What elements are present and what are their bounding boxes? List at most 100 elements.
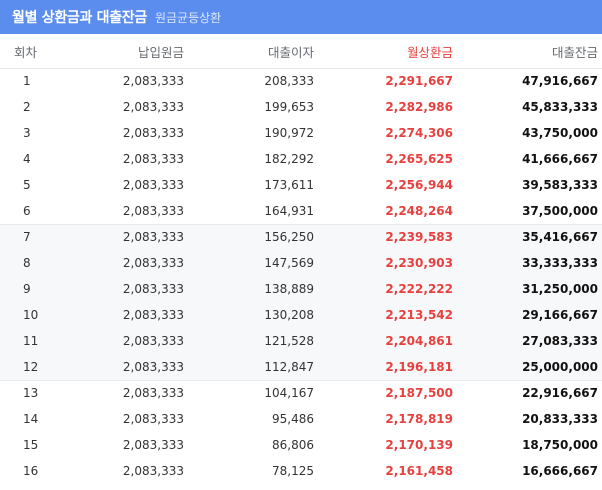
balance-cell: 41,666,667 <box>522 152 598 166</box>
principal-cell: 2,083,333 <box>58 223 188 250</box>
monthly-payment-cell: 2,239,583 <box>318 223 457 250</box>
column-header-monthly-payment: 월상환금 <box>406 44 453 60</box>
balance-cell: 22,916,667 <box>457 379 602 406</box>
principal-cell: 2,083,333 <box>122 74 184 89</box>
table-row: 3 2,083,333 190,972 2,274,306 43,750,000 <box>0 120 602 146</box>
installment-cell: 10 <box>23 308 39 322</box>
principal-cell: 2,083,333 <box>122 256 184 270</box>
monthly-payment-cell: 2,178,819 <box>385 412 453 426</box>
principal-cell: 2,083,333 <box>122 282 184 296</box>
column-header-installment: 회차 <box>14 44 38 60</box>
column-header-row: 회차 납입원금 대출이자 월상환금 대출잔금 <box>0 34 602 68</box>
installment-cell: 9 <box>23 282 31 296</box>
table-row: 12 2,083,333 112,847 2,196,181 25,000,000 <box>0 354 602 380</box>
installment-cell: 14 <box>23 412 39 426</box>
monthly-payment-cell: 2,196,181 <box>385 359 453 374</box>
interest-cell: 86,806 <box>272 438 314 452</box>
interest-cell: 182,292 <box>264 152 314 166</box>
principal-cell: 2,083,333 <box>122 464 184 478</box>
principal-cell: 2,083,333 <box>122 359 184 374</box>
balance-cell: 35,416,667 <box>457 223 602 250</box>
principal-cell: 2,083,333 <box>122 126 184 140</box>
interest-cell: 147,569 <box>264 256 314 270</box>
table-row: 8 2,083,333 147,569 2,230,903 33,333,333 <box>0 250 602 276</box>
installment-cell: 12 <box>23 359 39 374</box>
principal-cell: 2,083,333 <box>122 178 184 192</box>
page-title: 월별 상환금과 대출잔금 <box>12 10 147 26</box>
interest-cell: 138,889 <box>264 282 314 296</box>
monthly-payment-cell: 2,213,542 <box>385 308 453 322</box>
balance-cell: 39,583,333 <box>522 178 598 192</box>
balance-cell: 45,833,333 <box>522 100 598 114</box>
principal-cell: 2,083,333 <box>122 152 184 166</box>
balance-cell: 29,166,667 <box>522 308 598 322</box>
interest-cell: 190,972 <box>264 126 314 140</box>
interest-cell: 164,931 <box>264 203 314 218</box>
installment-cell: 8 <box>23 256 31 270</box>
table-row: 13 2,083,333 104,167 2,187,500 22,916,667 <box>0 379 602 406</box>
installment-cell: 2 <box>23 100 31 114</box>
interest-cell: 78,125 <box>272 464 314 478</box>
principal-cell: 2,083,333 <box>122 438 184 452</box>
balance-cell: 20,833,333 <box>522 412 598 426</box>
table-row: 6 2,083,333 164,931 2,248,264 37,500,000 <box>0 198 602 224</box>
principal-cell: 2,083,333 <box>122 334 184 348</box>
interest-cell: 121,528 <box>264 334 314 348</box>
monthly-payment-cell: 2,187,500 <box>318 379 457 406</box>
interest-cell: 104,167 <box>188 379 318 406</box>
installment-cell: 3 <box>23 126 31 140</box>
table-row: 1 2,083,333 208,333 2,291,667 47,916,667 <box>0 68 602 94</box>
principal-cell: 2,083,333 <box>122 308 184 322</box>
interest-cell: 130,208 <box>264 308 314 322</box>
installment-cell: 13 <box>0 379 58 406</box>
table-row: 2 2,083,333 199,653 2,282,986 45,833,333 <box>0 94 602 120</box>
installment-cell: 4 <box>23 152 31 166</box>
interest-cell: 95,486 <box>272 412 314 426</box>
repayment-method-label: 원금균등상환 <box>154 10 222 25</box>
monthly-payment-cell: 2,291,667 <box>385 74 453 89</box>
table-header-bar: 월별 상환금과 대출잔금 원금균등상환 <box>0 0 602 34</box>
table-row: 14 2,083,333 95,486 2,178,819 20,833,333 <box>0 406 602 432</box>
table-row: 7 2,083,333 156,250 2,239,583 35,416,667 <box>0 223 602 250</box>
principal-cell: 2,083,333 <box>122 100 184 114</box>
balance-cell: 18,750,000 <box>522 438 598 452</box>
installment-cell: 7 <box>0 223 58 250</box>
interest-cell: 199,653 <box>264 100 314 114</box>
interest-cell: 112,847 <box>264 359 314 374</box>
principal-cell: 2,083,333 <box>58 379 188 406</box>
installment-cell: 16 <box>23 464 39 478</box>
monthly-payment-cell: 2,274,306 <box>385 126 453 140</box>
interest-cell: 156,250 <box>188 223 318 250</box>
monthly-payment-cell: 2,248,264 <box>385 203 453 218</box>
monthly-payment-cell: 2,282,986 <box>385 100 453 114</box>
balance-cell: 47,916,667 <box>522 74 598 89</box>
balance-cell: 37,500,000 <box>522 203 598 218</box>
monthly-payment-cell: 2,170,139 <box>385 438 453 452</box>
table-row: 4 2,083,333 182,292 2,265,625 41,666,667 <box>0 146 602 172</box>
repayment-schedule-table: 회차 납입원금 대출이자 월상환금 대출잔금 1 2,083,333 208,333… <box>0 34 602 484</box>
column-header-interest: 대출이자 <box>267 44 314 60</box>
balance-cell: 31,250,000 <box>522 282 598 296</box>
monthly-payment-cell: 2,265,625 <box>385 152 453 166</box>
monthly-payment-cell: 2,161,458 <box>385 464 453 478</box>
table-row: 10 2,083,333 130,208 2,213,542 29,166,667 <box>0 302 602 328</box>
monthly-payment-cell: 2,222,222 <box>385 282 453 296</box>
balance-cell: 27,083,333 <box>522 334 598 348</box>
column-header-principal: 납입원금 <box>137 44 184 60</box>
installment-cell: 1 <box>23 74 31 89</box>
balance-cell: 25,000,000 <box>522 359 598 374</box>
principal-cell: 2,083,333 <box>122 203 184 218</box>
balance-cell: 33,333,333 <box>522 256 598 270</box>
interest-cell: 208,333 <box>264 74 314 89</box>
installment-cell: 6 <box>23 203 31 218</box>
monthly-payment-cell: 2,256,944 <box>385 178 453 192</box>
installment-cell: 15 <box>23 438 39 452</box>
table-row: 16 2,083,333 78,125 2,161,458 16,666,667 <box>0 458 602 484</box>
principal-cell: 2,083,333 <box>122 412 184 426</box>
monthly-payment-cell: 2,230,903 <box>385 256 453 270</box>
balance-cell: 16,666,667 <box>522 464 598 478</box>
table-row: 9 2,083,333 138,889 2,222,222 31,250,000 <box>0 276 602 302</box>
interest-cell: 173,611 <box>264 178 314 192</box>
column-header-balance: 대출잔금 <box>551 44 598 60</box>
installment-cell: 11 <box>23 334 39 348</box>
